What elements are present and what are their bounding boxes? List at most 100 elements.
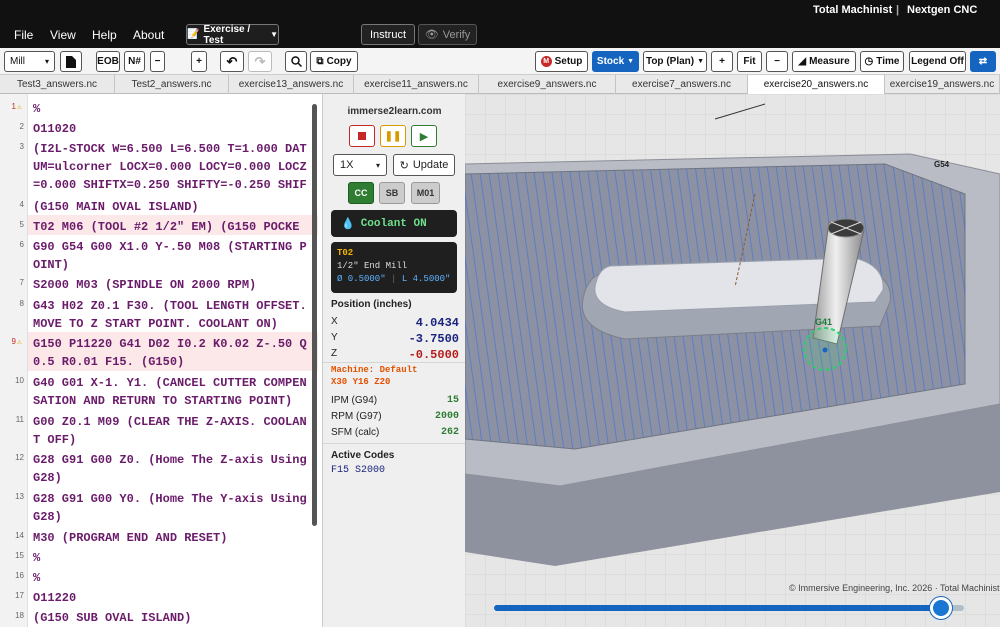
brand-total-machinist: Total Machinist [813,4,893,16]
setup-button[interactable]: M Setup [535,51,588,72]
m01-toggle[interactable]: M01 [411,182,440,204]
legend-toggle-button[interactable]: Legend Off [909,51,966,72]
view-select[interactable]: Top (Plan) ▼ [643,51,707,72]
file-tab[interactable]: exercise13_answers.nc [229,75,354,94]
line-number: 2 [19,122,24,132]
divider [323,443,466,444]
refresh-icon: ↻ [399,159,409,172]
speed-select[interactable]: 1X ▾ [333,154,387,176]
title-bar: Total Machinist | Nextgen CNC [0,0,1000,21]
code-line[interactable]: % [33,569,308,588]
code-line[interactable]: S2000 M03 (SPINDLE ON 2000 RPM) [33,276,308,295]
update-label: Update [412,159,449,171]
line-number: 14 [15,530,24,540]
code-line[interactable]: G90 G54 G00 X1.0 Y-.50 M08 (STARTING POI… [33,238,308,275]
stop-button[interactable] [349,125,375,147]
instruct-button[interactable]: Instruct [361,24,415,45]
search-button[interactable] [285,51,307,72]
pause-button[interactable]: ❚❚ [380,125,406,147]
line-number-gutter: 1 ⚠ 2 3 4 5 6 7 8 9 ⚠ 10 11 12 13 14 15 16 17 18 [0,94,28,627]
zoom-out-button[interactable]: − [766,51,788,72]
copy-label: Copy [326,56,352,67]
code-line[interactable]: O11220 [33,589,308,608]
file-tab[interactable]: exercise11_answers.nc [354,75,479,94]
file-tab[interactable]: exercise9_answers.nc [479,75,616,94]
tool-length: L 4.5000" [401,274,451,284]
time-button[interactable]: ◷ Time [860,51,904,72]
code-line[interactable]: % [33,100,308,119]
code-line[interactable]: M30 (PROGRAM END AND RESET) [33,529,308,548]
machine-select[interactable]: Mill ▾ [4,51,55,72]
stock-button[interactable]: Stock ▼ [592,51,639,72]
progress-thumb[interactable] [929,597,952,619]
measure-button[interactable]: ◢ Measure [792,51,856,72]
menu-view[interactable]: View [50,28,76,42]
warning-icon: ⚠ [17,338,22,348]
cc-toggle[interactable]: CC [348,182,374,204]
code-line[interactable]: G00 Z0.1 M09 (CLEAR THE Z-AXIS. COOLANT … [33,413,308,450]
sb-toggle[interactable]: SB [379,182,405,204]
file-tab[interactable]: exercise7_answers.nc [616,75,748,94]
brand-nextgen: Nextgen CNC [907,4,978,16]
tool-info-card: T02 1/2" End Mill Ø 0.5000" | L 4.5000" [331,242,457,293]
code-line[interactable]: G150 P11220 G41 D02 I0.2 K0.02 Z-.50 Q0.… [33,335,308,372]
editor-scrollbar[interactable] [312,104,317,526]
code-line[interactable]: (G150 SUB OVAL ISLAND) [33,609,308,627]
gcode-editor[interactable]: 1 ⚠ 2 3 4 5 6 7 8 9 ⚠ 10 11 12 13 14 15 16 17 18 % O11020 (I2… [0,94,318,627]
file-tab[interactable]: exercise20_answers.nc [748,75,885,94]
setup-label: Setup [554,56,583,67]
brand-separator: | [896,4,900,16]
coolant-status: 💧 Coolant ON [331,210,457,237]
tool-id: T02 [337,248,354,258]
step-decrement-button[interactable]: − [150,51,165,72]
sfm-value: 262 [440,427,459,438]
instruct-label: Instruct [369,28,407,41]
zoom-in-button[interactable]: + [711,51,733,72]
code-line[interactable]: T02 M06 (TOOL #2 1/2" EM) (G150 POCKET) [33,218,308,237]
update-button[interactable]: ↻ Update [393,154,455,176]
copy-button[interactable]: ⧉ Copy [310,51,358,72]
y-value: -3.7500 [408,332,459,346]
file-tab[interactable]: exercise19_answers.nc [885,75,1000,94]
y-label: Y [331,332,338,343]
undo-button[interactable]: ↶ [220,51,244,72]
step-increment-button[interactable]: + [191,51,207,72]
ruler-icon: ◢ [798,56,807,67]
clock-icon: ◷ [864,56,874,67]
file-tab[interactable]: Test2_answers.nc [115,75,229,94]
menu-about[interactable]: About [133,28,164,42]
3d-viewport[interactable]: G54 G41 © Immersive Engineering, Inc. 20… [465,94,1000,627]
expand-icon: ⇄ [978,56,988,67]
mode-dropdown[interactable]: 📝 Exercise / Test ▼ [186,24,279,46]
line-number: 15 [15,550,24,560]
warning-icon: ⚠ [17,103,22,112]
expand-button[interactable]: ⇄ [970,51,996,72]
line-number-button[interactable]: N# [124,51,145,72]
code-line[interactable]: G40 G01 X-1. Y1. (CANCEL CUTTER COMPENSA… [33,374,308,411]
eob-button[interactable]: EOB [96,51,120,72]
code-line[interactable]: (I2L-STOCK W=6.500 L=6.500 T=1.000 DATUM… [33,140,308,196]
verify-button[interactable]: 👁 Verify [418,24,477,45]
code-line[interactable]: % [33,549,308,568]
menu-file[interactable]: File [14,28,33,42]
new-file-button[interactable] [60,51,82,72]
code-line[interactable]: G28 G91 G00 Z0. (Home The Z-axis Using G… [33,451,308,488]
line-number: 1 [11,102,16,111]
fit-button[interactable]: Fit [737,51,762,72]
play-button[interactable]: ▶ [411,125,437,147]
copy-icon: ⧉ [316,56,324,67]
machine-dims: X30 Y16 Z20 [331,377,391,387]
g41-label: G41 [815,317,832,327]
code-line[interactable]: G43 H02 Z0.1 F30. (TOOL LENGTH OFFSET. M… [33,297,308,334]
file-tab[interactable]: Test3_answers.nc [0,75,115,94]
sfm-row: SFM (calc) 262 [331,427,459,438]
code-line[interactable]: O11020 [33,120,308,139]
menu-help[interactable]: Help [92,28,117,42]
ipm-label: IPM (G94) [331,395,378,406]
progress-track[interactable] [494,605,964,611]
measure-label: Measure [809,56,850,67]
code-line[interactable]: G28 G91 G00 Y0. (Home The Y-axis Using G… [33,490,308,527]
redo-button[interactable]: ↷ [248,51,272,72]
code-line[interactable]: (G150 MAIN OVAL ISLAND) [33,198,308,217]
chevron-down-icon: ▾ [44,57,49,66]
